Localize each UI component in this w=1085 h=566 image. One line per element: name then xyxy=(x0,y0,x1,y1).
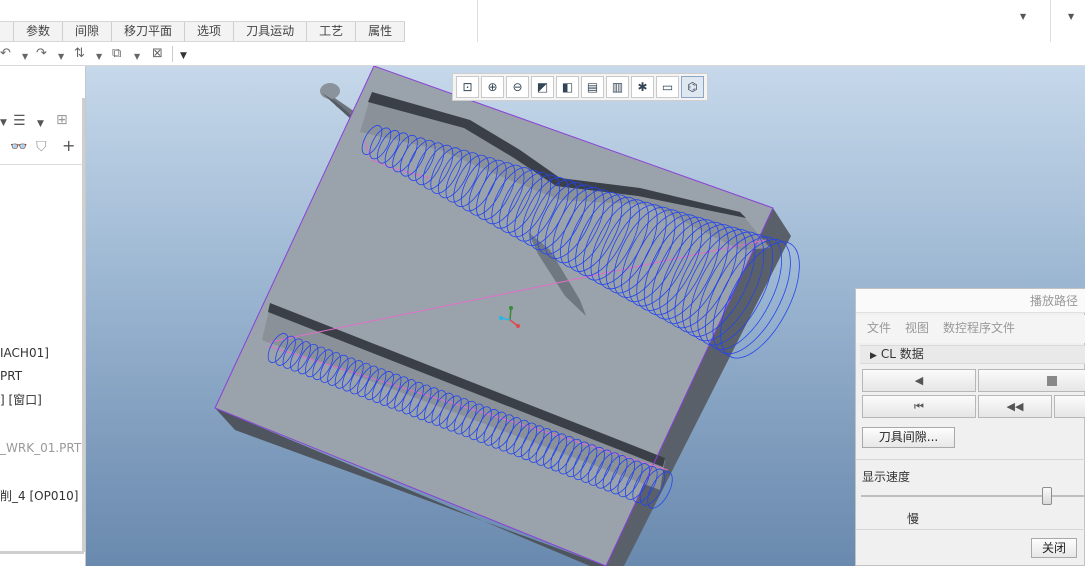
chevron-down-icon[interactable]: ▼ xyxy=(58,49,64,65)
tab-process[interactable]: 工艺 xyxy=(307,22,357,41)
tree-item[interactable]: ] [窗口] xyxy=(0,392,42,408)
tree-settings-icon[interactable]: ☰ xyxy=(13,113,26,129)
menu-file[interactable]: 文件 xyxy=(867,315,891,343)
tab-clearance[interactable]: 间隙 xyxy=(63,22,113,41)
speed-slider-thumb[interactable] xyxy=(1042,487,1053,505)
close-window-icon[interactable]: ⊠ xyxy=(152,46,163,62)
find-icon[interactable]: 👓 xyxy=(10,139,27,155)
saved-views-icon[interactable]: ▤ xyxy=(581,76,604,98)
zoom-out-icon[interactable]: ⊖ xyxy=(506,76,529,98)
filter-icon[interactable]: ⛉ xyxy=(36,139,47,155)
show-hide-icon[interactable]: ⊞ xyxy=(56,112,68,128)
window-icon[interactable]: ⧉ xyxy=(112,46,121,62)
tree-item[interactable]: 削_4 [OP010] xyxy=(0,488,78,504)
step-back-icon: ◀◀ xyxy=(1006,400,1024,413)
dialog-title: 播放路径 xyxy=(856,289,1085,313)
ribbon-divider xyxy=(477,0,478,42)
stop-button[interactable] xyxy=(978,369,1085,392)
dialog-menu-bar: 文件 视图 数控程序文件 xyxy=(856,315,1085,343)
vertical-scrollbar[interactable] xyxy=(82,98,85,552)
repaint-icon[interactable]: ◩ xyxy=(531,76,554,98)
view-toolbar: ⊡ ⊕ ⊖ ◩ ◧ ▤ ▥ ✱ ▭ ⌬ xyxy=(452,73,708,101)
chevron-down-icon[interactable]: ▼ xyxy=(22,49,28,65)
annotation-icon[interactable]: ▭ xyxy=(656,76,679,98)
model-tree-panel: ▼ ☰ ▼ ⊞ 👓 ⛉ + IACH01] PRT ] [窗口] _WRK_01… xyxy=(0,66,86,566)
chevron-down-icon[interactable]: ▼ xyxy=(37,116,44,132)
quick-access-toolbar: ↶ ▼ ↷ ▼ ⇅ ▼ ⧉ ▼ ⊠ ▼ xyxy=(0,42,1085,66)
rewind-to-start-button[interactable]: ⏮ xyxy=(862,395,976,418)
tree-item[interactable]: _WRK_01.PRT xyxy=(0,440,81,456)
play-reverse-button[interactable]: ◀ xyxy=(862,369,976,392)
tab-parameters[interactable]: 参数 xyxy=(14,22,64,41)
chevron-down-icon[interactable]: ▼ xyxy=(0,115,7,131)
panel-divider xyxy=(0,164,83,165)
zoom-fit-icon[interactable]: ⊡ xyxy=(456,76,479,98)
undo-icon[interactable]: ↶ xyxy=(0,46,11,62)
toolbar-divider xyxy=(172,46,173,62)
skip-to-start-icon: ⏮ xyxy=(914,400,924,413)
dialog-divider xyxy=(856,529,1085,530)
dropdown-arrow-icon[interactable]: ▼ xyxy=(1068,12,1074,21)
horizontal-scrollbar[interactable] xyxy=(0,551,84,554)
menu-view[interactable]: 视图 xyxy=(905,315,929,343)
tree-item[interactable]: IACH01] xyxy=(0,345,49,361)
tree-item[interactable]: PRT xyxy=(0,368,22,384)
tab-retract-plane[interactable]: 移刀平面 xyxy=(112,22,186,41)
play-path-dialog: 播放路径 文件 视图 数控程序文件 ▶ CL 数据 ◀ ⏮ ◀◀ 刀具间隙... … xyxy=(855,288,1085,566)
tool-clearance-button[interactable]: 刀具间隙... xyxy=(862,427,955,448)
display-style-icon[interactable]: ◧ xyxy=(556,76,579,98)
regenerate-icon[interactable]: ⇅ xyxy=(74,46,85,62)
chevron-down-icon[interactable]: ▼ xyxy=(134,49,140,65)
menu-nc-file[interactable]: 数控程序文件 xyxy=(943,315,1015,343)
cl-data-section[interactable]: ▶ CL 数据 xyxy=(860,345,1085,364)
add-icon[interactable]: + xyxy=(62,138,75,154)
slow-label: 慢 xyxy=(907,512,920,526)
expand-arrow-icon[interactable]: ▶ xyxy=(870,351,877,361)
toolpath-display-icon[interactable]: ⌬ xyxy=(681,76,704,98)
ribbon-divider xyxy=(1050,0,1051,42)
display-speed-label: 显示速度 xyxy=(862,470,911,484)
view-manager-icon[interactable]: ▥ xyxy=(606,76,629,98)
play-reverse-icon: ◀ xyxy=(914,374,924,387)
step-forward-button[interactable] xyxy=(1054,395,1085,418)
ribbon-tabs: 参数 间隙 移刀平面 选项 刀具运动 工艺 属性 xyxy=(0,21,406,42)
datum-display-icon[interactable]: ✱ xyxy=(631,76,654,98)
dialog-divider xyxy=(856,459,1085,460)
stop-icon xyxy=(1047,376,1057,386)
dropdown-arrow-icon[interactable]: ▼ xyxy=(1020,12,1026,21)
cl-data-label: CL 数据 xyxy=(880,347,924,361)
step-back-button[interactable]: ◀◀ xyxy=(978,395,1052,418)
app-window: 参数 间隙 移刀平面 选项 刀具运动 工艺 属性 ▼ ▼ ↶ ▼ ↷ ▼ ⇅ ▼… xyxy=(0,0,1085,566)
zoom-in-icon[interactable]: ⊕ xyxy=(481,76,504,98)
tab-tool-motions[interactable]: 刀具运动 xyxy=(234,22,308,41)
close-button[interactable]: 关闭 xyxy=(1031,538,1077,558)
tab-leading[interactable] xyxy=(0,22,14,41)
chevron-down-icon[interactable]: ▼ xyxy=(96,49,102,65)
tab-properties[interactable]: 属性 xyxy=(356,22,406,41)
tab-options[interactable]: 选项 xyxy=(185,22,235,41)
redo-icon[interactable]: ↷ xyxy=(36,46,47,62)
ribbon: 参数 间隙 移刀平面 选项 刀具运动 工艺 属性 ▼ ▼ xyxy=(0,0,1085,42)
more-icon[interactable]: ▼ xyxy=(180,48,187,64)
